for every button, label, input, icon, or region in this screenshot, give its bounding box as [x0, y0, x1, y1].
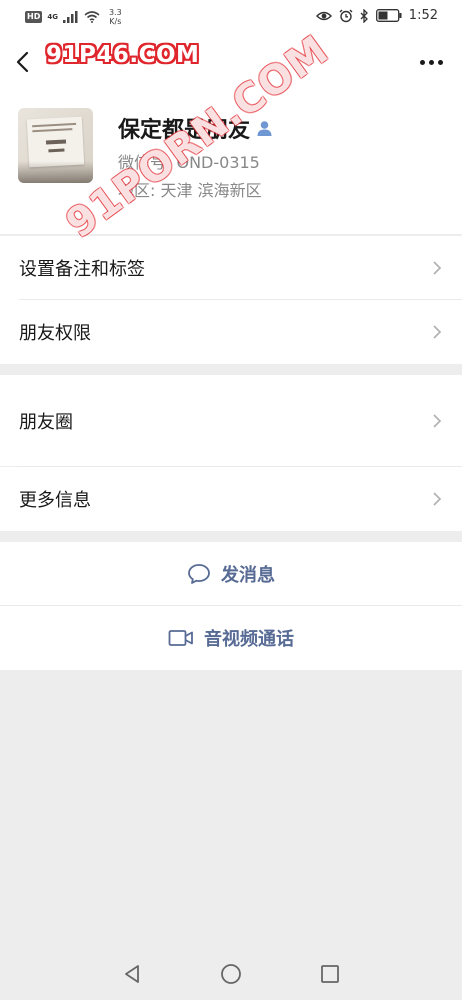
wifi-icon — [84, 11, 100, 23]
region: 地区: 天津 滨海新区 — [118, 181, 262, 200]
set-remark-label: 设置备注和标签 — [19, 259, 145, 280]
more-dot-icon — [419, 59, 425, 65]
avatar-shadow — [18, 161, 93, 183]
nav-back-icon[interactable] — [120, 962, 144, 986]
send-message-button[interactable]: 发消息 — [0, 542, 462, 606]
status-bar: HD 4G 3.3 K/s 1:52 — [0, 0, 462, 36]
chevron-right-icon — [433, 492, 442, 506]
video-call-button[interactable]: 音视频通话 — [0, 606, 462, 670]
back-button[interactable] — [12, 48, 38, 76]
network-type: 4G — [47, 13, 58, 21]
speed-value: 3.3 — [108, 8, 122, 17]
more-button[interactable] — [416, 53, 446, 71]
video-call-label: 音视频通话 — [204, 629, 294, 650]
eye-icon — [315, 11, 332, 20]
nav-recents-icon[interactable] — [318, 962, 342, 986]
network-speed: 3.3 K/s — [109, 8, 122, 26]
battery-icon — [375, 9, 402, 22]
chevron-right-icon — [433, 413, 442, 428]
more-info-label: 更多信息 — [19, 490, 91, 511]
avatar-card-graphic — [26, 116, 85, 168]
chevron-right-icon — [433, 261, 442, 275]
video-camera-icon — [168, 630, 193, 646]
friend-permissions-label: 朋友权限 — [19, 323, 91, 344]
status-left: HD 4G 3.3 K/s — [25, 8, 122, 26]
gender-icon — [257, 120, 272, 136]
more-dot-icon — [428, 59, 434, 65]
signal-icon — [62, 11, 78, 23]
status-right: 1:52 — [315, 8, 438, 23]
wechat-id: 微信号: OND-0315 — [118, 153, 260, 172]
contact-name-text: 保定都是朋友 — [118, 118, 251, 143]
moments-row[interactable]: 朋友圈 — [0, 375, 462, 466]
top-nav: 91P46.COM — [0, 36, 462, 86]
moments-label: 朋友圈 — [19, 411, 73, 433]
nav-home-icon[interactable] — [219, 962, 243, 986]
friend-permissions-row[interactable]: 朋友权限 — [0, 300, 462, 364]
bluetooth-icon — [360, 8, 368, 23]
chevron-right-icon — [433, 325, 442, 339]
more-dot-icon — [437, 59, 443, 65]
site-watermark: 91P46.COM — [46, 42, 200, 68]
alarm-icon — [339, 9, 353, 22]
profile-card: 保定都是朋友 微信号: OND-0315 地区: 天津 滨海新区 — [0, 86, 462, 234]
speed-unit: K/s — [109, 17, 122, 26]
clock: 1:52 — [408, 8, 438, 23]
back-arrow-icon — [16, 51, 29, 73]
contact-name: 保定都是朋友 — [118, 112, 273, 144]
chat-bubble-icon — [188, 564, 210, 584]
system-nav-bar — [0, 940, 462, 1000]
hd-badge: HD — [25, 11, 43, 23]
more-info-row[interactable]: 更多信息 — [0, 467, 462, 531]
set-remark-row[interactable]: 设置备注和标签 — [0, 236, 462, 300]
avatar[interactable] — [18, 108, 93, 183]
send-message-label: 发消息 — [221, 565, 275, 586]
